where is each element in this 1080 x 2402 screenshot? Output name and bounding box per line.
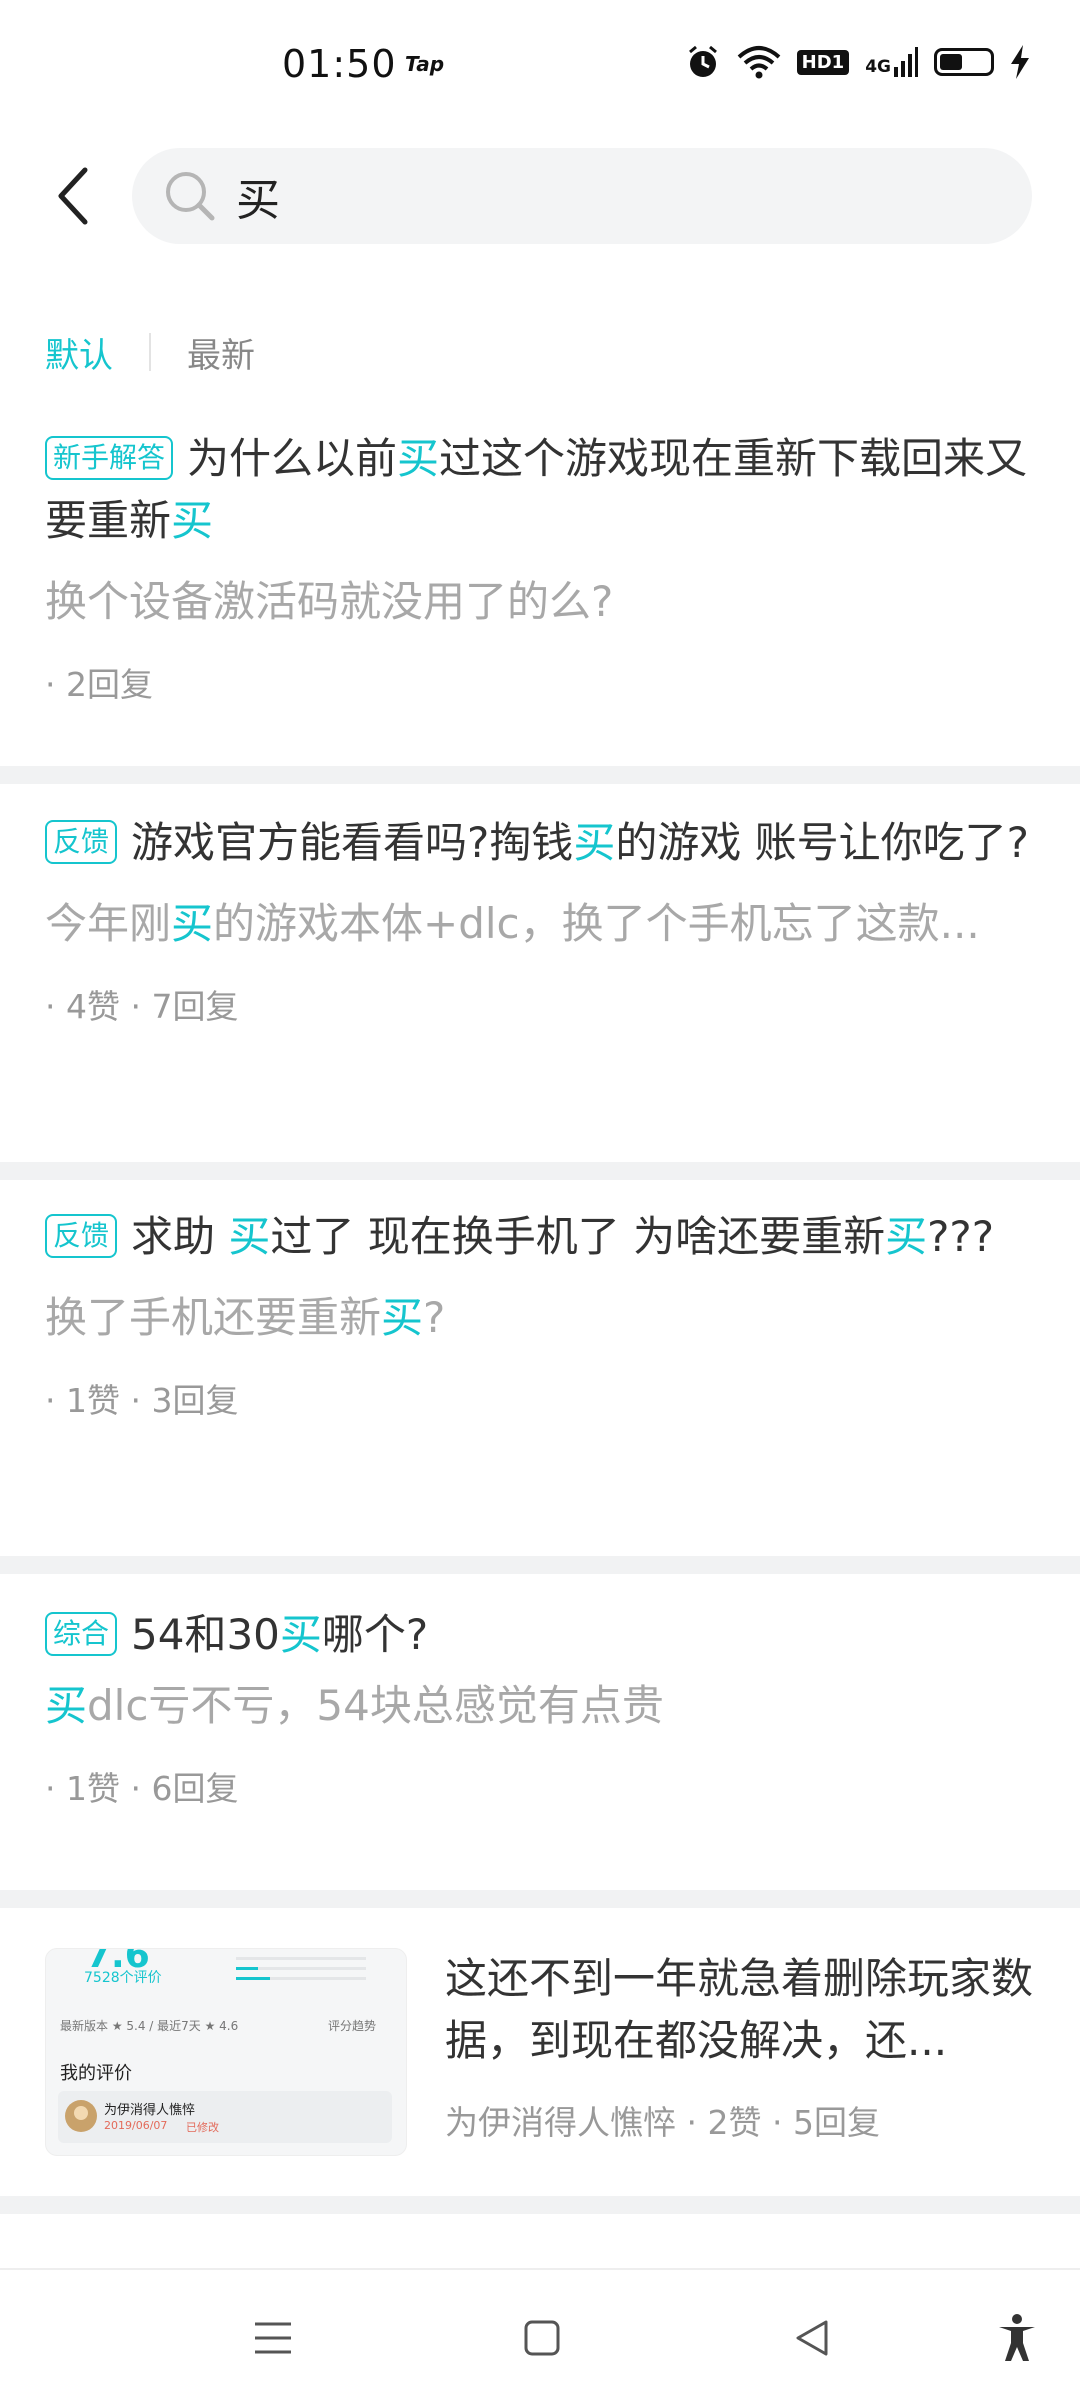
post-thumbnail[interactable]: 7.6 7528个评价 最新版本 ★ 5.4 / 最近7天 ★ 4.6 评分趋势… (45, 1948, 407, 2156)
search-header (0, 148, 1080, 248)
divider (0, 766, 1080, 784)
thumb-date: 2019/06/07 (104, 2119, 168, 2132)
thumb-section: 我的评价 (60, 2063, 132, 2084)
divider (0, 1556, 1080, 1574)
post-meta: 为伊消得人憔悴 · 2赞 · 5回复 (445, 2103, 880, 2142)
system-nav-bar (0, 2268, 1080, 2402)
recents-button[interactable] (243, 2308, 303, 2368)
post-meta: · 2回复 (45, 665, 153, 704)
alarm-icon (688, 45, 717, 77)
divider (0, 2196, 1080, 2214)
signal-4g-icon: 4G (865, 47, 918, 77)
hd-voice-icon: HD1 (796, 49, 850, 75)
home-square-icon (524, 2320, 560, 2356)
post-item[interactable]: 新手解答 为什么以前买过这个游戏现在重新下载回来又要重新买 换个设备激活码就没用了… (0, 400, 1080, 766)
thumb-rating-bars (236, 1957, 366, 1980)
divider (0, 1162, 1080, 1180)
post-tag: 综合 (45, 1612, 118, 1656)
menu-icon (255, 2322, 291, 2354)
post-text-block: 这还不到一年就急着删除玩家数据，到现在都没解决，还... 为伊消得人憔悴 · 2… (445, 1948, 1035, 2156)
divider (0, 1890, 1080, 1908)
thumb-version-line: 最新版本 ★ 5.4 / 最近7天 ★ 4.6 (60, 2019, 239, 2033)
post-title: 综合 54和30买哪个? (45, 1604, 1035, 1666)
thumb-review-card: 为伊消得人憔悴 2019/06/07 已修改 (58, 2091, 392, 2143)
thumb-reviews: 7528个评价 (84, 1970, 162, 1986)
post-meta: · 4赞 · 7回复 (45, 987, 239, 1026)
tab-divider (149, 333, 151, 371)
post-item[interactable]: 反馈 游戏官方能看看吗?掏钱买的游戏 账号让你吃了? 今年刚买的游戏本体+dlc，… (0, 784, 1080, 1162)
status-icons: HD1 4G (685, 44, 1030, 80)
home-button[interactable] (512, 2308, 572, 2368)
post-item[interactable]: 反馈 求助 买过了 现在换手机了 为啥还要重新买??? 换了手机还要重新买? · … (0, 1180, 1080, 1556)
back-triangle-icon (796, 2320, 828, 2356)
back-button[interactable] (38, 156, 108, 236)
wifi-icon (737, 46, 781, 79)
search-bar[interactable] (132, 148, 1032, 244)
post-item[interactable]: 综合 54和30买哪个? 买dlc亏不亏，54块总感觉有点贵 · 1赞 · 6回复 (0, 1574, 1080, 1890)
search-results-feed: 新手解答 为什么以前买过这个游戏现在重新下载回来又要重新买 换个设备激活码就没用了… (0, 400, 1080, 2214)
post-tag: 新手解答 (45, 436, 174, 480)
thumb-reviewer: 为伊消得人憔悴 (104, 2103, 196, 2118)
post-title: 反馈 求助 买过了 现在换手机了 为啥还要重新买??? (45, 1206, 1035, 1268)
chevron-left-icon (58, 167, 88, 225)
post-author: 为伊消得人憔悴 (445, 2103, 676, 2142)
search-icon (166, 172, 215, 221)
post-title: 反馈 游戏官方能看看吗?掏钱买的游戏 账号让你吃了? (45, 812, 1035, 874)
post-title: 这还不到一年就急着删除玩家数据，到现在都没解决，还... (445, 1954, 1034, 2065)
thumb-sort-label: 评分趋势 (328, 2019, 377, 2033)
tap-notification-label: Tap (405, 52, 445, 76)
tab-latest[interactable]: 最新 (187, 328, 255, 377)
tab-default[interactable]: 默认 (45, 328, 113, 377)
charging-icon (1011, 45, 1029, 79)
post-title: 新手解答 为什么以前买过这个游戏现在重新下载回来又要重新买 (45, 434, 1028, 545)
post-meta: · 1赞 · 3回复 (45, 1381, 239, 1420)
back-nav-button[interactable] (782, 2308, 842, 2368)
status-bar: 01:50 Tap HD1 4G (0, 0, 1080, 130)
network-type-label: 4G (865, 57, 891, 77)
battery-icon (934, 48, 994, 76)
accessibility-icon (999, 2314, 1035, 2361)
thumb-edited: 已修改 (186, 2121, 219, 2134)
post-excerpt: 换个设备激活码就没用了的么? (45, 577, 614, 626)
post-meta: · 1赞 · 6回复 (45, 1769, 239, 1808)
post-excerpt: 买dlc亏不亏，54块总感觉有点贵 (45, 1681, 664, 1730)
status-time: 01:50 (282, 42, 397, 86)
sort-tabs: 默认 最新 (45, 322, 255, 382)
accessibility-button[interactable] (987, 2308, 1047, 2368)
post-tag: 反馈 (45, 820, 118, 864)
post-excerpt: 今年刚买的游戏本体+dlc，换了个手机忘了这款... (45, 899, 980, 948)
post-item-with-image[interactable]: 7.6 7528个评价 最新版本 ★ 5.4 / 最近7天 ★ 4.6 评分趋势… (0, 1908, 1080, 2196)
avatar (65, 2100, 97, 2132)
post-tag: 反馈 (45, 1214, 118, 1258)
post-excerpt: 换了手机还要重新买? (45, 1293, 446, 1342)
search-input[interactable] (236, 162, 996, 230)
